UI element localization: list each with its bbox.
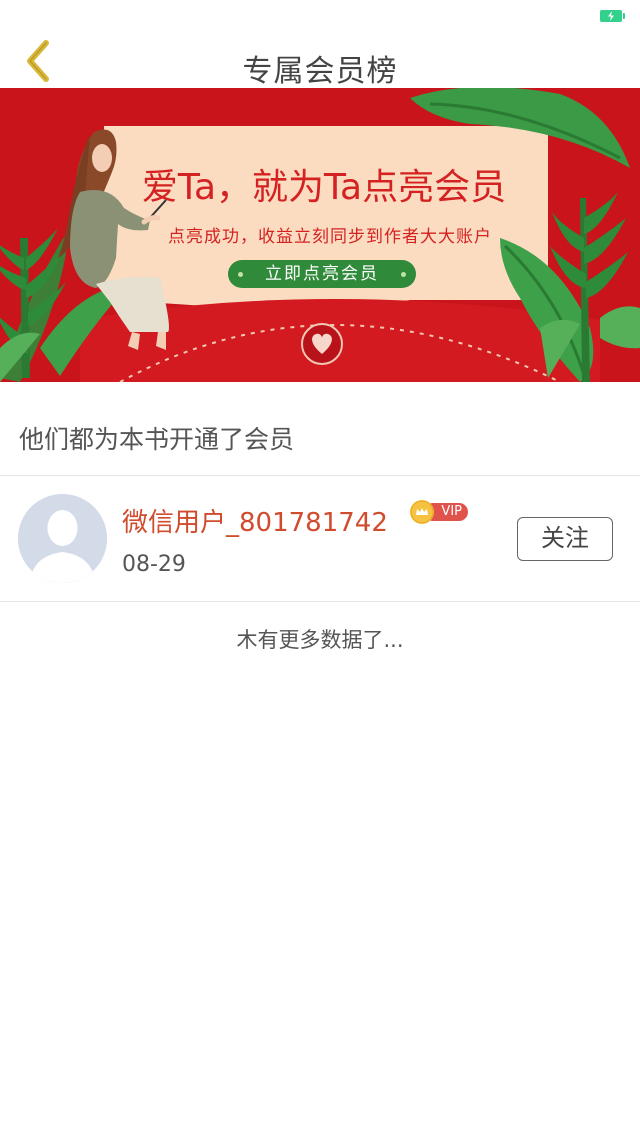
banner-subtitle: 点亮成功，收益立刻同步到作者大大账户 [168, 227, 492, 247]
dot-icon [238, 272, 243, 277]
page-title: 专属会员榜 [242, 54, 398, 89]
dot-icon [401, 272, 406, 277]
crown-icon [410, 500, 434, 524]
battery-charging-icon [600, 10, 625, 22]
members-section-header: 他们都为本书开通了会员 [0, 382, 640, 476]
light-up-membership-label: 立即点亮会员 [265, 264, 379, 284]
vip-badge: VIP [410, 500, 468, 524]
member-name[interactable]: 微信用户_801781742 [122, 502, 388, 539]
member-date: 08-29 [122, 552, 186, 577]
nav-bar: 专属会员榜 [0, 34, 640, 89]
banner-headline: 爱Ta，就为Ta点亮会员 [141, 167, 507, 208]
light-up-membership-button[interactable]: 立即点亮会员 [228, 260, 416, 288]
promo-banner[interactable]: 爱Ta，就为Ta点亮会员 点亮成功，收益立刻同步到作者大大账户 立即点亮会员 [0, 88, 640, 382]
list-item[interactable]: 微信用户_801781742 VIP 08-29 关注 [0, 476, 640, 602]
default-avatar-icon[interactable] [18, 494, 107, 583]
status-bar [0, 0, 640, 34]
no-more-data-text: 木有更多数据了... [236, 628, 404, 652]
follow-button[interactable]: 关注 [517, 517, 613, 561]
section-title: 他们都为本书开通了会员 [19, 425, 295, 454]
